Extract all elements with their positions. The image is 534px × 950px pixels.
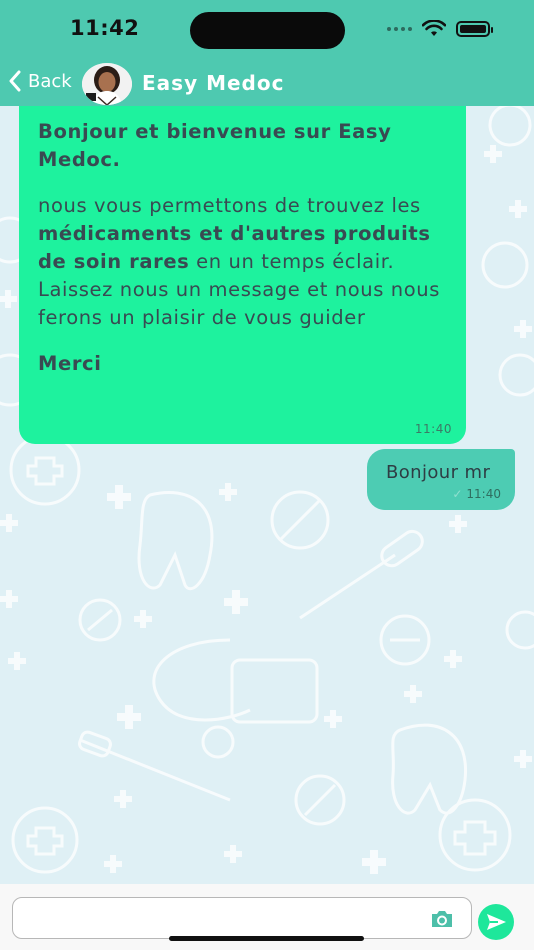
- status-icons: [387, 20, 493, 38]
- message-thanks: Merci: [38, 352, 102, 375]
- message-body: nous vous permettons de trouvez les médi…: [38, 192, 448, 332]
- incoming-message-bubble: Bonjour et bienvenue sur Easy Medoc. nou…: [19, 106, 466, 444]
- back-label: Back: [28, 70, 72, 92]
- outgoing-message-bubble: Bonjour mr ✓ 11:40: [367, 449, 515, 510]
- chevron-left-icon: [9, 70, 21, 92]
- home-indicator: [169, 936, 364, 941]
- status-time: 11:42: [70, 16, 140, 40]
- sent-check-icon: ✓: [452, 487, 463, 501]
- message-time: 11:40: [414, 422, 452, 436]
- send-icon: [487, 914, 506, 930]
- message-input[interactable]: [12, 897, 472, 939]
- avatar[interactable]: [82, 63, 132, 105]
- back-button[interactable]: Back: [8, 70, 72, 92]
- chat-screen: 11:42 Back Easy Medoc Bonjour et bienven…: [0, 0, 534, 950]
- message-body-text: nous vous permettons de trouvez les: [38, 194, 421, 217]
- outgoing-message-meta: ✓ 11:40: [452, 487, 501, 501]
- dynamic-island: [190, 12, 345, 49]
- outgoing-message-text: Bonjour mr: [386, 462, 491, 483]
- message-greeting: Bonjour et bienvenue sur Easy Medoc.: [38, 120, 392, 171]
- message-body-text-3: Laissez nous un message et nous nous fer…: [38, 278, 440, 329]
- outgoing-message-time: 11:40: [466, 487, 501, 501]
- battery-icon: [456, 21, 493, 37]
- signal-dots-icon: [387, 27, 412, 31]
- chat-title: Easy Medoc: [142, 71, 285, 95]
- wifi-icon: [422, 20, 446, 36]
- camera-icon[interactable]: [429, 908, 455, 930]
- avatar-image: [82, 63, 132, 105]
- message-body-text-2: en un temps éclair.: [189, 250, 395, 273]
- send-button[interactable]: [478, 904, 514, 940]
- header-bar: 11:42 Back Easy Medoc: [0, 0, 534, 106]
